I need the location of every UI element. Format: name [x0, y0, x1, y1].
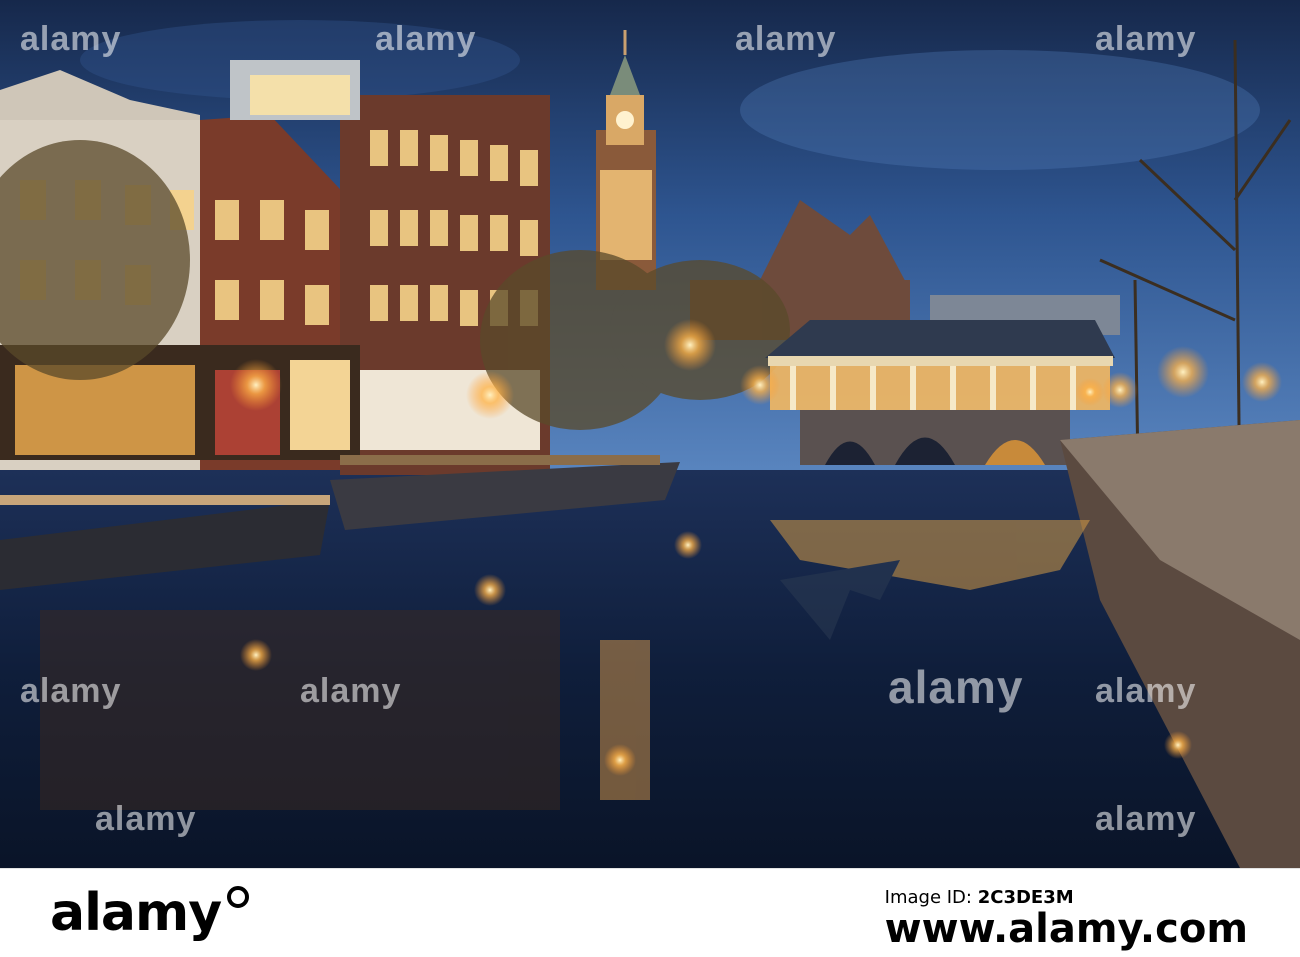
image-id: 2C3DE3M [977, 887, 1074, 908]
cloud [740, 50, 1260, 170]
logo-text: alamy [50, 883, 222, 943]
image-id-row: Image ID: 2C3DE3M [885, 887, 1248, 908]
site-url[interactable]: www.alamy.com [885, 906, 1248, 952]
alamy-logo: alamy [50, 883, 250, 943]
image-info: Image ID: 2C3DE3M www.alamy.com [885, 887, 1248, 952]
stock-footer: alamy Image ID: 2C3DE3M www.alamy.com [0, 868, 1300, 957]
image-id-label: Image ID: [884, 887, 972, 908]
photo-stage: alamy alamy alamy alamy alamy alamy alam… [0, 0, 1300, 957]
canal-night-photo [0, 0, 1300, 868]
logo-mark-icon [227, 886, 250, 908]
